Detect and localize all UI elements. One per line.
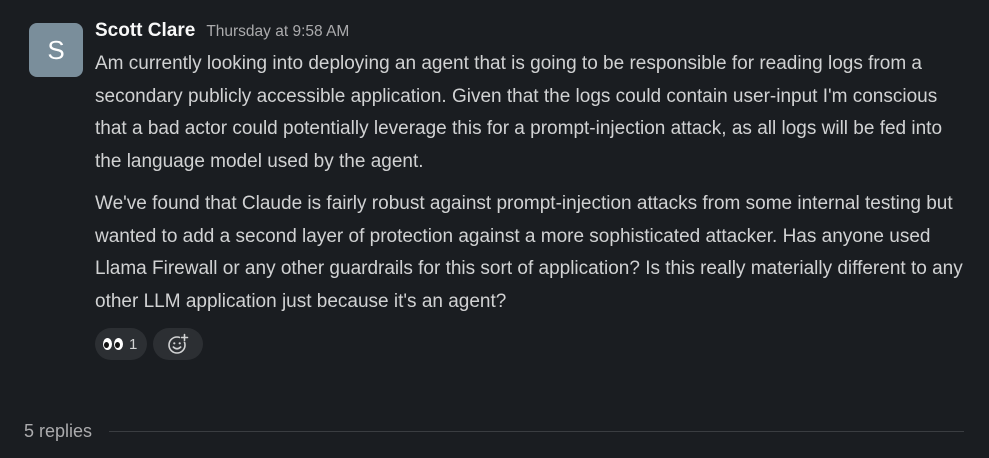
- reaction-count: 1: [129, 335, 138, 353]
- author-name[interactable]: Scott Clare: [95, 20, 195, 42]
- avatar[interactable]: S: [29, 23, 83, 77]
- reaction-eyes[interactable]: 1: [95, 328, 148, 360]
- eyes-emoji-icon: [103, 338, 123, 350]
- avatar-initial: S: [47, 34, 65, 65]
- reactions-bar: 1: [95, 328, 965, 360]
- message-paragraph: Am currently looking into deploying an a…: [95, 53, 943, 172]
- add-reaction-icon: [168, 333, 190, 354]
- timestamp[interactable]: Thursday at 9:58 AM: [206, 23, 349, 41]
- add-reaction-button[interactable]: [153, 328, 204, 360]
- thread-replies: 5 replies: [24, 421, 964, 442]
- message-paragraph: We've found that Claude is fairly robust…: [95, 193, 963, 312]
- replies-link[interactable]: 5 replies: [24, 421, 92, 442]
- message-body: Am currently looking into deploying an a…: [95, 48, 965, 318]
- message-header: Scott Clare Thursday at 9:58 AM: [95, 20, 965, 48]
- message-content: Scott Clare Thursday at 9:58 AM Am curre…: [95, 20, 965, 360]
- divider: [109, 431, 964, 432]
